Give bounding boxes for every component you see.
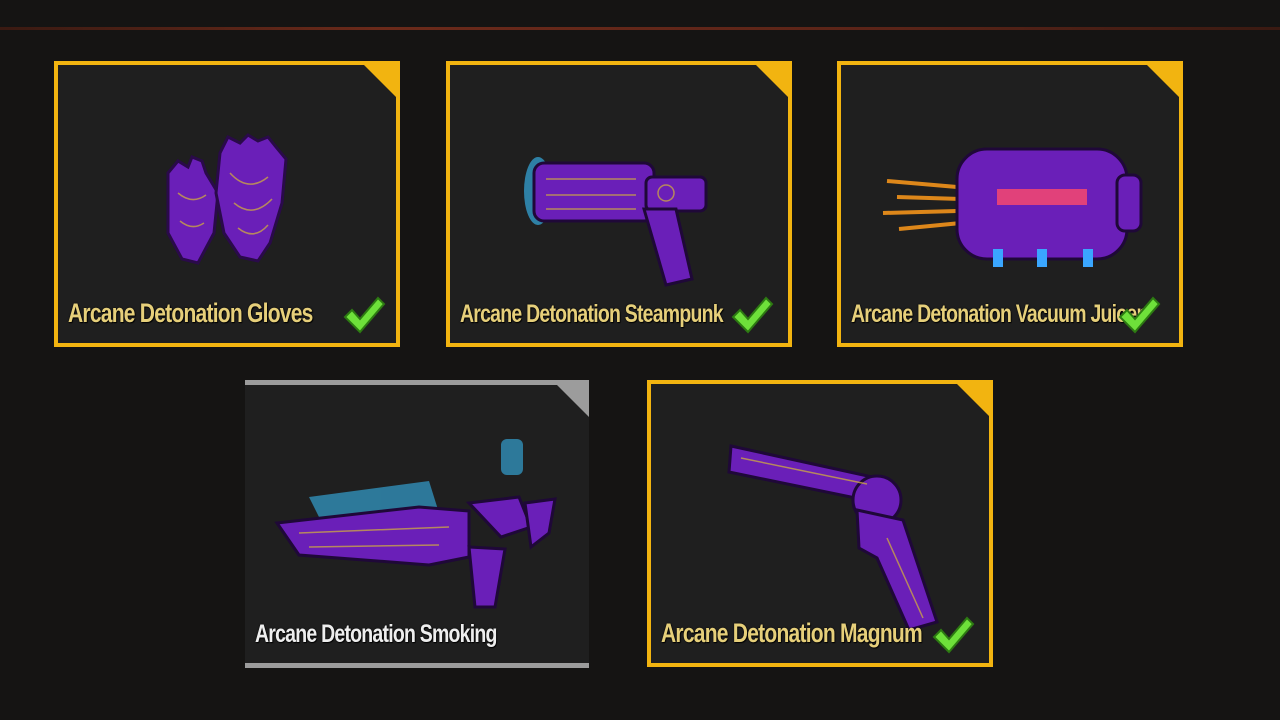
item-card-gloves[interactable]: Arcane Detonation Gloves [54, 61, 400, 347]
owned-check-icon [343, 296, 386, 334]
item-name: Arcane Detonation Gloves [68, 298, 313, 328]
magnum-revolver-icon [727, 444, 939, 632]
rarity-corner [557, 385, 589, 417]
rarity-corner [364, 65, 396, 97]
item-card-vacuum-juicer[interactable]: Arcane Detonation Vacuum Juicer [837, 61, 1183, 347]
item-name: Arcane Detonation Magnum [661, 618, 923, 648]
steampunk-gun-icon [524, 157, 708, 287]
header-divider [0, 27, 1280, 30]
owned-check-icon [731, 296, 774, 334]
rarity-corner [756, 65, 788, 97]
item-card-smoking[interactable]: Arcane Detonation Smoking [245, 380, 589, 668]
gloves-icon [166, 133, 288, 265]
smoking-gun-icon [274, 439, 557, 609]
vacuum-juicer-icon [882, 147, 1143, 267]
item-name: Arcane Detonation Steampunk [460, 300, 724, 328]
rarity-corner [957, 384, 989, 416]
owned-check-icon [1118, 296, 1161, 334]
owned-check-icon [932, 616, 975, 654]
rarity-corner [1147, 65, 1179, 97]
item-name: Arcane Detonation Vacuum Juicer [851, 300, 1144, 328]
item-name: Arcane Detonation Smoking [255, 620, 497, 648]
item-card-magnum[interactable]: Arcane Detonation Magnum [647, 380, 993, 667]
item-card-steampunk[interactable]: Arcane Detonation Steampunk [446, 61, 792, 347]
